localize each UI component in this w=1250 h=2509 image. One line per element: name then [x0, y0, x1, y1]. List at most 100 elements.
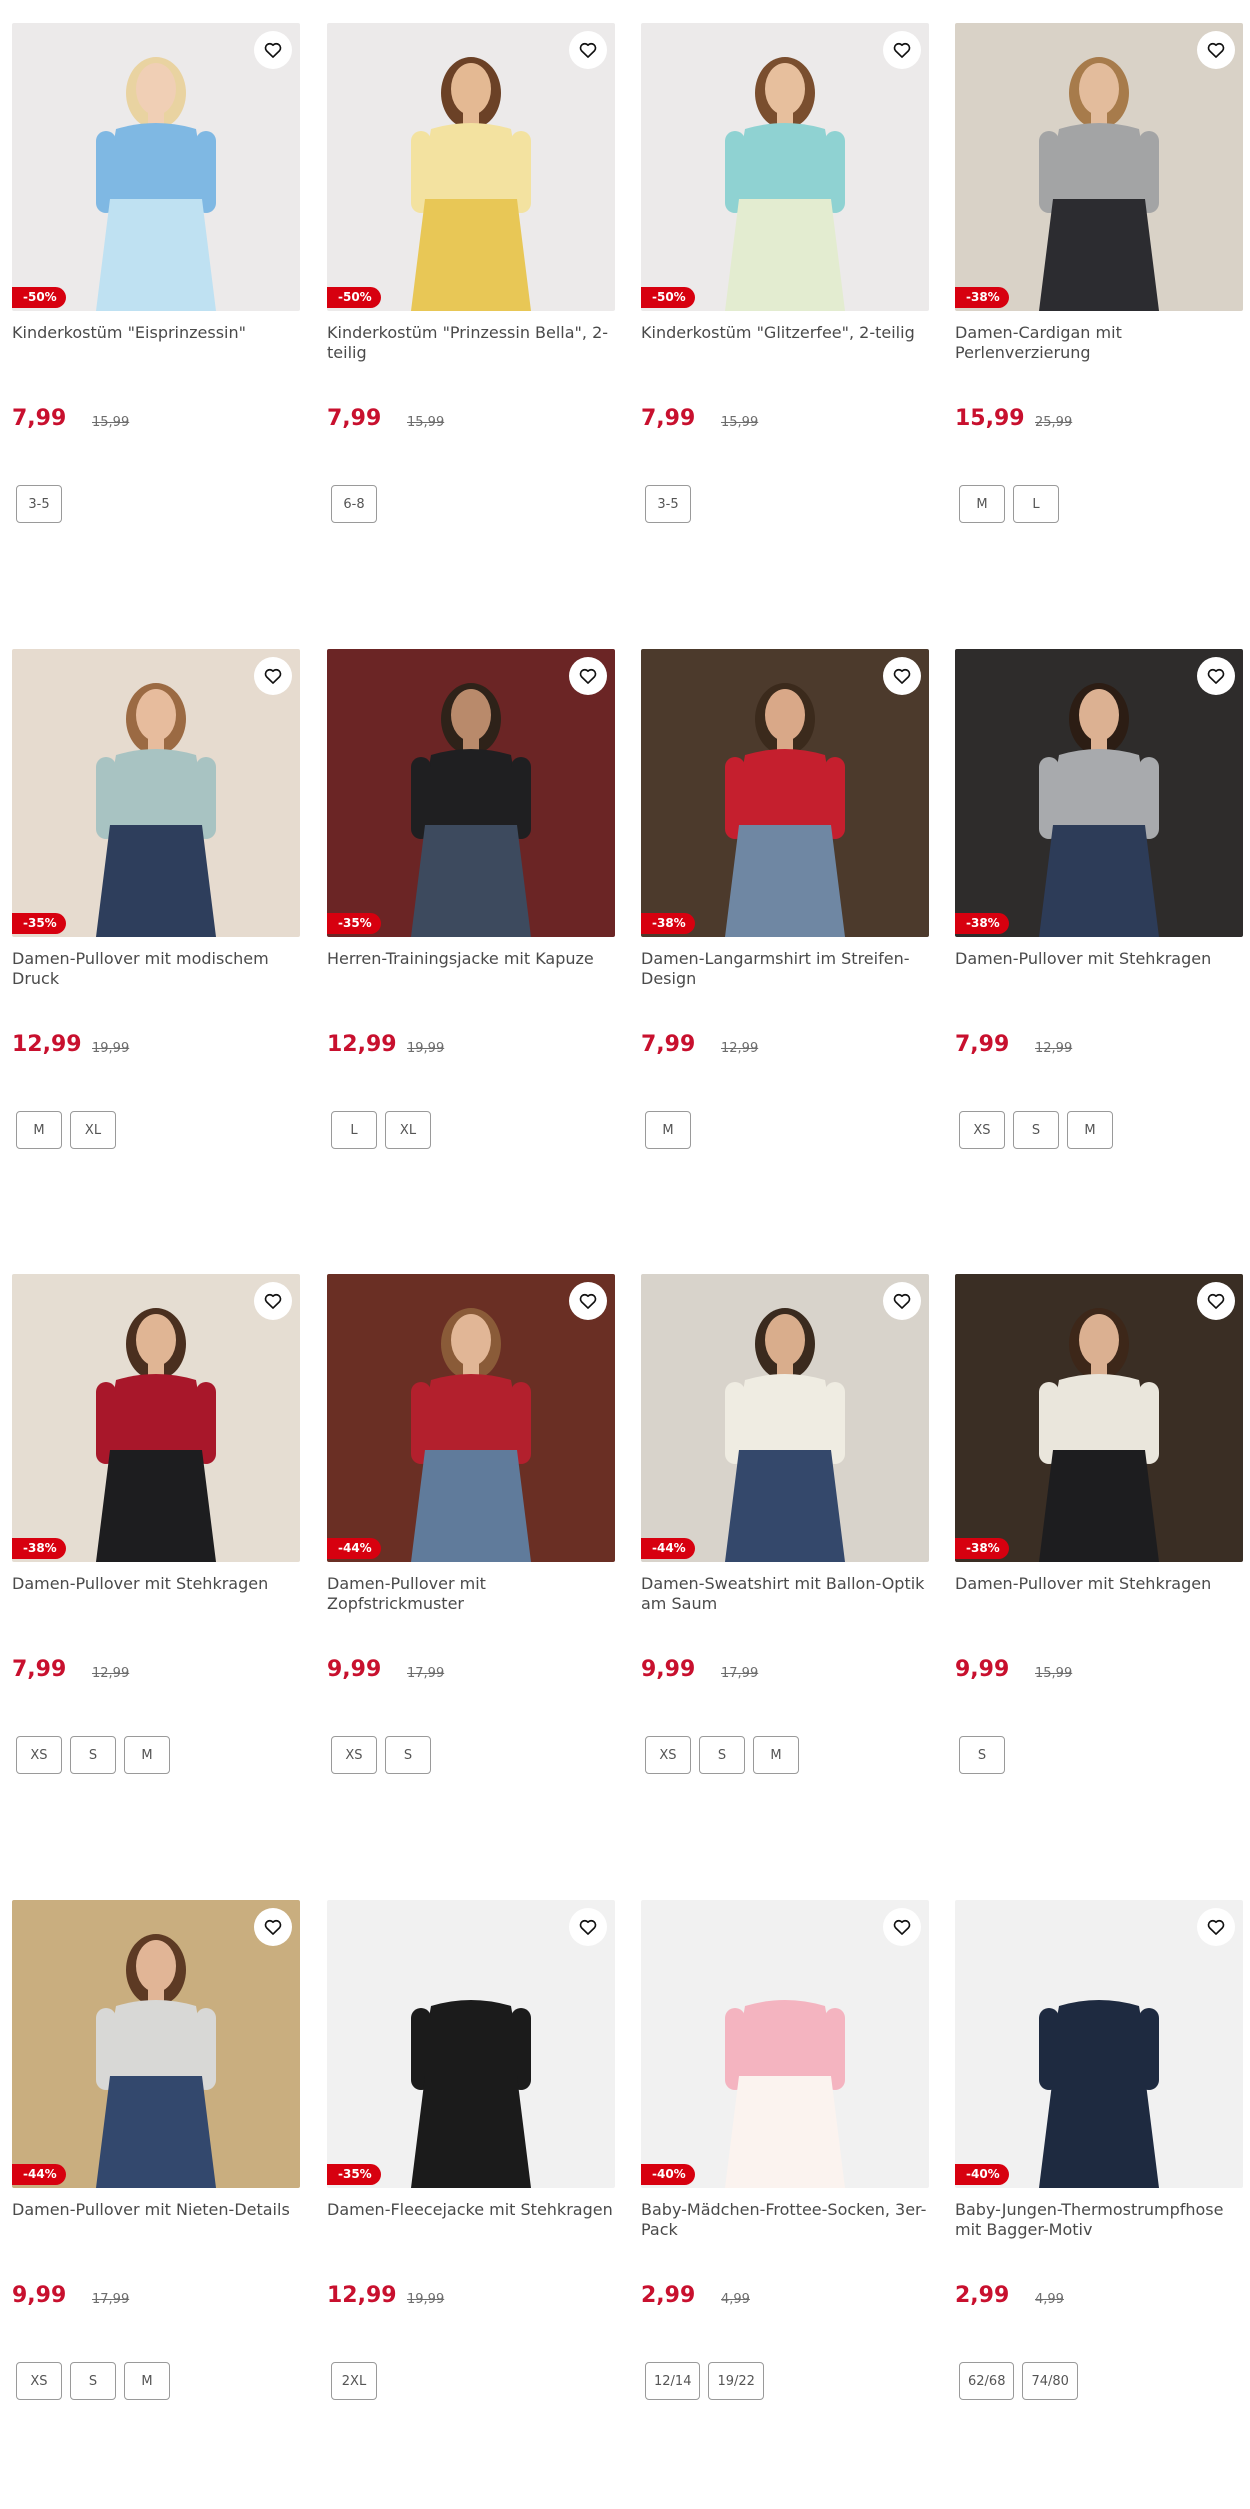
product-title[interactable]: Damen-Pullover mit Stehkragen — [955, 1574, 1243, 1594]
product-title[interactable]: Kinderkostüm "Glitzerfee", 2-teilig — [641, 323, 929, 343]
product-title[interactable]: Damen-Sweatshirt mit Ballon-Optik am Sau… — [641, 1574, 929, 1614]
product-card[interactable]: -38% Damen-Pullover mit Stehkragen 7,99 … — [955, 649, 1243, 1249]
product-title[interactable]: Damen-Cardigan mit Perlenverzierung — [955, 323, 1243, 363]
size-option[interactable]: M — [1067, 1111, 1113, 1149]
product-title[interactable]: Damen-Fleecejacke mit Stehkragen — [327, 2200, 615, 2220]
size-option[interactable]: XL — [70, 1111, 116, 1149]
product-image[interactable]: -44% — [12, 1900, 300, 2188]
wishlist-button[interactable] — [569, 1908, 607, 1946]
product-card[interactable]: -50% Kinderkostüm "Glitzerfee", 2-teilig… — [641, 23, 929, 623]
wishlist-button[interactable] — [883, 1282, 921, 1320]
wishlist-button[interactable] — [883, 1908, 921, 1946]
product-card[interactable]: -35% Damen-Fleecejacke mit Stehkragen 12… — [327, 1900, 615, 2500]
product-title[interactable]: Baby-Jungen-Thermostrumpfhose mit Bagger… — [955, 2200, 1243, 2240]
product-image[interactable]: -50% — [641, 23, 929, 311]
product-image[interactable]: -44% — [327, 1274, 615, 1562]
wishlist-button[interactable] — [1197, 1908, 1235, 1946]
size-option[interactable]: S — [70, 1736, 116, 1774]
size-option[interactable]: M — [124, 1736, 170, 1774]
size-option[interactable]: 3-5 — [16, 485, 62, 523]
product-card[interactable]: -44% Damen-Pullover mit Zopfstrickmuster… — [327, 1274, 615, 1874]
size-option[interactable]: L — [1013, 485, 1059, 523]
size-option[interactable]: XS — [16, 2362, 62, 2400]
old-price: 19,99 — [407, 1041, 445, 1056]
size-option[interactable]: L — [331, 1111, 377, 1149]
size-option[interactable]: XS — [16, 1736, 62, 1774]
old-price: 15,99 — [721, 415, 759, 430]
product-card[interactable]: -35% Damen-Pullover mit modischem Druck … — [12, 649, 300, 1249]
wishlist-button[interactable] — [1197, 1282, 1235, 1320]
product-image[interactable]: -35% — [327, 1900, 615, 2188]
size-option[interactable]: S — [1013, 1111, 1059, 1149]
wishlist-button[interactable] — [569, 1282, 607, 1320]
wishlist-button[interactable] — [569, 657, 607, 695]
product-title[interactable]: Baby-Mädchen-Frottee-Socken, 3er-Pack — [641, 2200, 929, 2240]
size-option[interactable]: 19/22 — [708, 2362, 764, 2400]
product-image[interactable]: -40% — [955, 1900, 1243, 2188]
wishlist-button[interactable] — [569, 31, 607, 69]
wishlist-button[interactable] — [254, 657, 292, 695]
product-title[interactable]: Damen-Langarmshirt im Streifen-Design — [641, 949, 929, 989]
size-option[interactable]: 12/14 — [645, 2362, 701, 2400]
product-card[interactable]: -38% Damen-Langarmshirt im Streifen-Desi… — [641, 649, 929, 1249]
size-option[interactable]: XL — [385, 1111, 431, 1149]
product-image[interactable]: -38% — [955, 1274, 1243, 1562]
product-image[interactable]: -44% — [641, 1274, 929, 1562]
size-option[interactable]: M — [16, 1111, 62, 1149]
size-option[interactable]: S — [385, 1736, 431, 1774]
product-image[interactable]: -38% — [12, 1274, 300, 1562]
wishlist-button[interactable] — [883, 657, 921, 695]
product-card[interactable]: -44% Damen-Pullover mit Nieten-Details 9… — [12, 1900, 300, 2500]
wishlist-button[interactable] — [883, 31, 921, 69]
product-image[interactable]: -38% — [955, 649, 1243, 937]
size-option[interactable]: XS — [645, 1736, 691, 1774]
size-options: 6-8 — [331, 485, 377, 523]
size-option[interactable]: 62/68 — [959, 2362, 1015, 2400]
size-option[interactable]: 2XL — [331, 2362, 377, 2400]
size-option[interactable]: S — [959, 1736, 1005, 1774]
product-title[interactable]: Damen-Pullover mit Zopfstrickmuster — [327, 1574, 615, 1614]
size-option[interactable]: XS — [331, 1736, 377, 1774]
product-title[interactable]: Damen-Pullover mit modischem Druck — [12, 949, 300, 989]
discount-badge: -38% — [955, 287, 1009, 308]
wishlist-button[interactable] — [1197, 657, 1235, 695]
product-title[interactable]: Herren-Trainingsjacke mit Kapuze — [327, 949, 615, 969]
product-title[interactable]: Damen-Pullover mit Nieten-Details — [12, 2200, 300, 2220]
product-card[interactable]: -44% Damen-Sweatshirt mit Ballon-Optik a… — [641, 1274, 929, 1874]
product-card[interactable]: -35% Herren-Trainingsjacke mit Kapuze 12… — [327, 649, 615, 1249]
size-option[interactable]: 6-8 — [331, 485, 377, 523]
heart-icon — [264, 42, 282, 58]
wishlist-button[interactable] — [254, 1282, 292, 1320]
product-card[interactable]: -38% Damen-Pullover mit Stehkragen 7,99 … — [12, 1274, 300, 1874]
size-option[interactable]: M — [959, 485, 1005, 523]
size-option[interactable]: 74/80 — [1022, 2362, 1078, 2400]
product-card[interactable]: -38% Damen-Cardigan mit Perlenverzierung… — [955, 23, 1243, 623]
size-option[interactable]: M — [645, 1111, 691, 1149]
product-card[interactable]: -38% Damen-Pullover mit Stehkragen 9,99 … — [955, 1274, 1243, 1874]
product-image[interactable]: -35% — [12, 649, 300, 937]
product-card[interactable]: -40% Baby-Jungen-Thermostrumpfhose mit B… — [955, 1900, 1243, 2500]
wishlist-button[interactable] — [254, 1908, 292, 1946]
size-option[interactable]: M — [124, 2362, 170, 2400]
product-title[interactable]: Kinderkostüm "Prinzessin Bella", 2-teili… — [327, 323, 615, 363]
size-option[interactable]: M — [753, 1736, 799, 1774]
product-image[interactable]: -40% — [641, 1900, 929, 2188]
wishlist-button[interactable] — [254, 31, 292, 69]
product-card[interactable]: -40% Baby-Mädchen-Frottee-Socken, 3er-Pa… — [641, 1900, 929, 2500]
size-option[interactable]: S — [70, 2362, 116, 2400]
product-image[interactable]: -35% — [327, 649, 615, 937]
wishlist-button[interactable] — [1197, 31, 1235, 69]
product-image[interactable]: -50% — [12, 23, 300, 311]
size-option[interactable]: XS — [959, 1111, 1005, 1149]
product-card[interactable]: -50% Kinderkostüm "Eisprinzessin" 7,99 1… — [12, 23, 300, 623]
product-image[interactable]: -50% — [327, 23, 615, 311]
product-image[interactable]: -38% — [955, 23, 1243, 311]
product-title[interactable]: Damen-Pullover mit Stehkragen — [12, 1574, 300, 1594]
size-option[interactable]: S — [699, 1736, 745, 1774]
product-card[interactable]: -50% Kinderkostüm "Prinzessin Bella", 2-… — [327, 23, 615, 623]
discount-badge: -38% — [12, 1538, 66, 1559]
size-option[interactable]: 3-5 — [645, 485, 691, 523]
product-title[interactable]: Damen-Pullover mit Stehkragen — [955, 949, 1243, 969]
product-title[interactable]: Kinderkostüm "Eisprinzessin" — [12, 323, 300, 343]
product-image[interactable]: -38% — [641, 649, 929, 937]
